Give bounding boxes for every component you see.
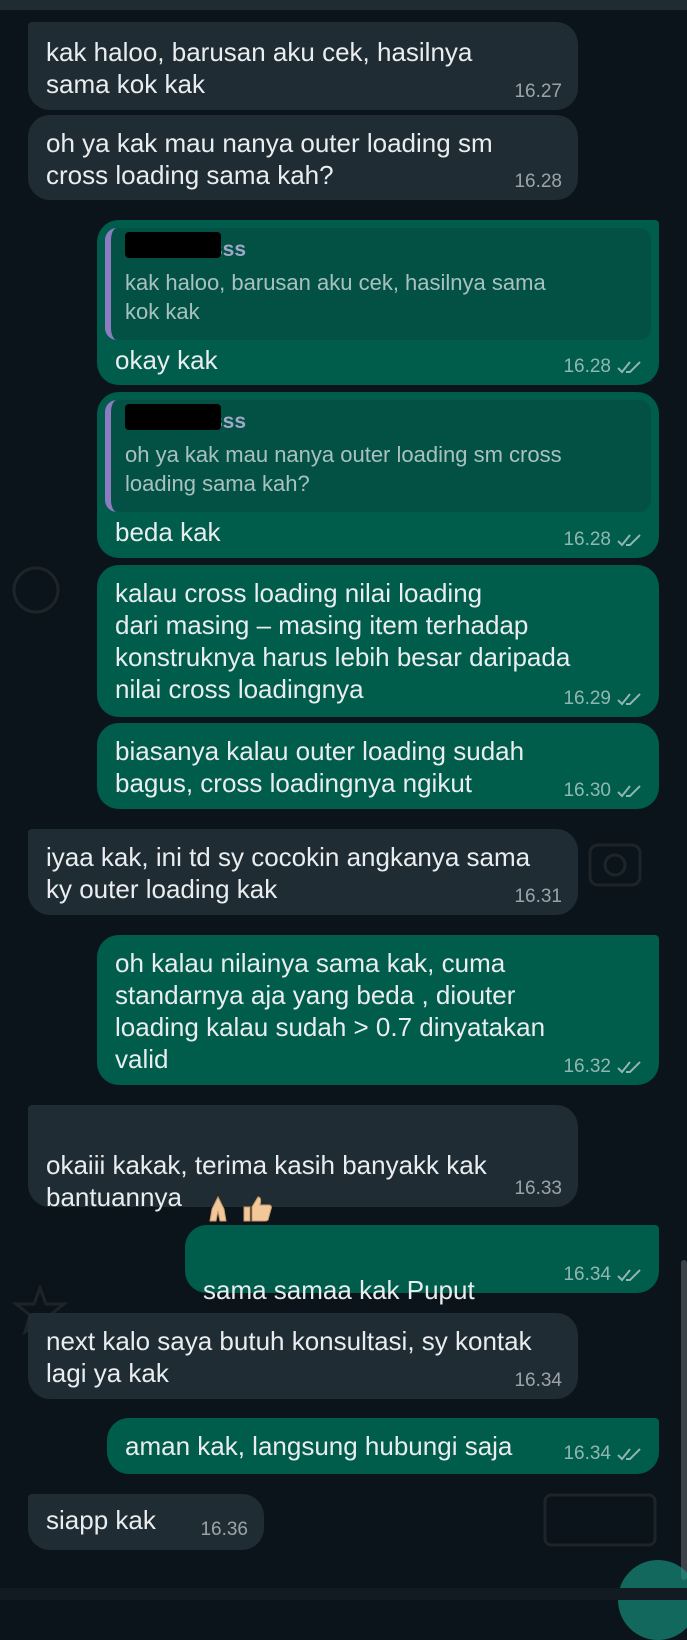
message-meta: 16.31 bbox=[514, 887, 562, 907]
message-text: next kalo saya butuh konsultasi, sy kont… bbox=[46, 1326, 532, 1388]
message-time: 16.29 bbox=[563, 688, 611, 709]
message-meta: 16.28 bbox=[563, 530, 643, 550]
double-check-icon bbox=[617, 785, 641, 798]
message-time: 16.34 bbox=[563, 1443, 611, 1464]
message-bubble-outgoing[interactable]: aman kak, langsung hubungi saja 16.34 bbox=[107, 1418, 659, 1474]
quoted-message[interactable]: sss oh ya kak mau nanya outer loading sm… bbox=[105, 400, 651, 512]
message-time: 16.33 bbox=[514, 1178, 562, 1199]
message-bubble-incoming[interactable]: iyaa kak, ini td sy cocokin angkanya sam… bbox=[28, 829, 578, 915]
message-text: oh kalau nilainya sama kak, cuma standar… bbox=[115, 948, 546, 1074]
scroll-down-button[interactable] bbox=[618, 1560, 687, 1640]
message-meta: 16.33 bbox=[514, 1179, 562, 1199]
folded-hands-emoji bbox=[202, 1161, 234, 1232]
message-text: oh ya kak mau nanya outer loading sm cro… bbox=[46, 128, 493, 190]
message-bubble-incoming[interactable]: oh ya kak mau nanya outer loading sm cro… bbox=[28, 115, 578, 200]
message-text: aman kak, langsung hubungi saja bbox=[125, 1431, 513, 1461]
message-meta: 16.28 bbox=[514, 172, 562, 192]
message-text: biasanya kalau outer loading sudah bagus… bbox=[115, 736, 525, 798]
message-time: 16.32 bbox=[563, 1056, 611, 1077]
message-meta: 16.29 bbox=[563, 689, 643, 709]
message-bubble-outgoing[interactable]: biasanya kalau outer loading sudah bagus… bbox=[97, 723, 659, 809]
message-text: beda kak bbox=[115, 517, 221, 547]
message-text: siapp kak bbox=[46, 1505, 156, 1535]
redacted-name-block bbox=[125, 232, 221, 258]
message-text-content: sama samaa kak Puput bbox=[203, 1275, 475, 1305]
message-meta: 16.32 bbox=[563, 1057, 643, 1077]
quoted-text: oh ya kak mau nanya outer loading sm cro… bbox=[125, 442, 562, 496]
message-text: okay kak bbox=[115, 345, 218, 375]
bottom-edge bbox=[0, 1588, 687, 1600]
message-time: 16.28 bbox=[563, 356, 611, 377]
double-check-icon bbox=[617, 1269, 641, 1282]
double-check-icon bbox=[617, 1448, 641, 1461]
message-bubble-outgoing[interactable]: sss oh ya kak mau nanya outer loading sm… bbox=[97, 392, 659, 558]
message-meta: 16.36 bbox=[200, 1520, 248, 1540]
double-check-icon bbox=[617, 1061, 641, 1074]
quoted-text: kak haloo, barusan aku cek, hasilnya sam… bbox=[125, 270, 546, 324]
message-meta: 16.28 bbox=[563, 357, 643, 377]
quoted-message[interactable]: sss kak haloo, barusan aku cek, hasilnya… bbox=[105, 228, 651, 340]
message-time: 16.30 bbox=[563, 780, 611, 801]
message-bubble-outgoing[interactable]: sama samaa kak Puput 16.34 bbox=[185, 1225, 659, 1368]
message-meta: 16.30 bbox=[563, 781, 643, 801]
message-meta: 16.34 bbox=[514, 1371, 562, 1391]
thumbs-up-emoji bbox=[240, 1161, 274, 1232]
message-time: 16.34 bbox=[514, 1370, 562, 1391]
message-time: 16.27 bbox=[514, 81, 562, 102]
message-meta: 16.34 bbox=[563, 1444, 643, 1464]
message-text: iyaa kak, ini td sy cocokin angkanya sam… bbox=[46, 842, 531, 904]
message-meta: 16.34 bbox=[563, 1265, 643, 1285]
message-bubble-incoming[interactable]: okaiii kakak, terima kasih banyakk kak b… bbox=[28, 1105, 578, 1222]
message-bubble-outgoing[interactable]: oh kalau nilainya sama kak, cuma standar… bbox=[97, 935, 659, 1085]
double-check-icon bbox=[617, 361, 641, 374]
redacted-name-block bbox=[125, 404, 221, 430]
top-bar bbox=[0, 0, 687, 10]
message-text: kalau cross loading nilai loading dari m… bbox=[115, 578, 571, 704]
double-check-icon bbox=[617, 693, 641, 706]
message-time: 16.28 bbox=[563, 529, 611, 550]
message-time: 16.34 bbox=[563, 1264, 611, 1285]
double-check-icon bbox=[617, 534, 641, 547]
message-bubble-incoming[interactable]: next kalo saya butuh konsultasi, sy kont… bbox=[28, 1313, 578, 1399]
message-bubble-outgoing[interactable]: sss kak haloo, barusan aku cek, hasilnya… bbox=[97, 220, 659, 385]
message-bubble-incoming[interactable]: kak haloo, barusan aku cek, hasilnya sam… bbox=[28, 22, 578, 110]
message-bubble-incoming[interactable]: siapp kak 16.36 bbox=[28, 1494, 264, 1550]
message-time: 16.36 bbox=[200, 1519, 248, 1540]
message-bubble-outgoing[interactable]: kalau cross loading nilai loading dari m… bbox=[97, 565, 659, 717]
message-time: 16.31 bbox=[514, 886, 562, 907]
message-time: 16.28 bbox=[514, 171, 562, 192]
message-meta: 16.27 bbox=[514, 82, 562, 102]
message-text: kak haloo, barusan aku cek, hasilnya sam… bbox=[46, 37, 473, 99]
scrollbar[interactable] bbox=[681, 1260, 687, 1580]
